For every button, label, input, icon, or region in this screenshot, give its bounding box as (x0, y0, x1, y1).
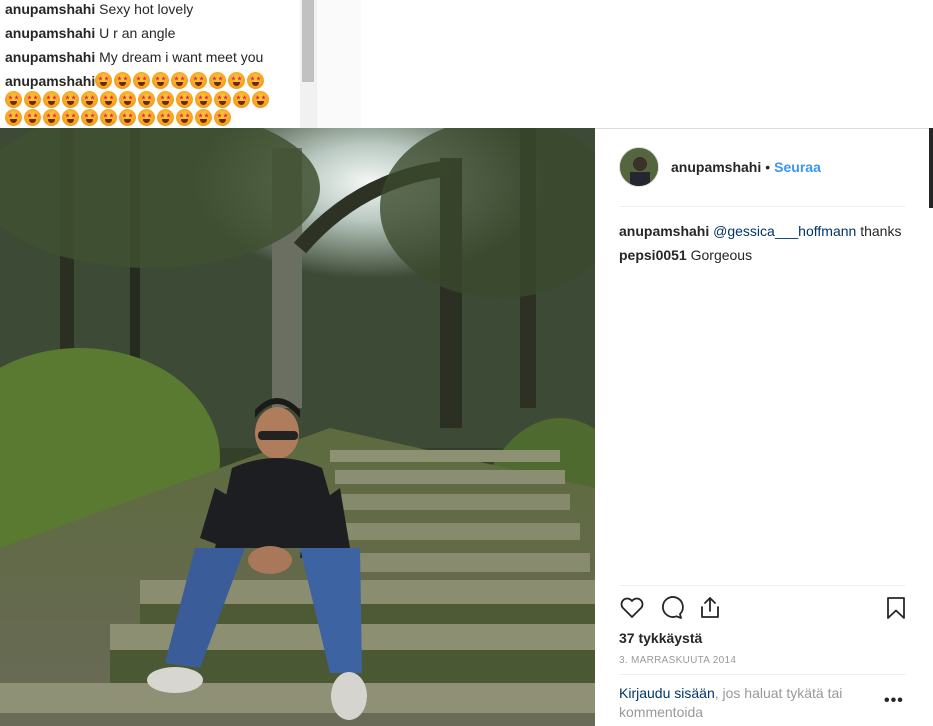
previous-comments-list: anupamshahi Sexy hot lovely anupamshahi … (0, 0, 300, 128)
post-header: anupamshahi • Seuraa (619, 147, 821, 187)
comment-username[interactable]: anupamshahi (5, 1, 95, 17)
panel-divider (316, 0, 361, 128)
comment-row: anupamshahi Sexy hot lovely (5, 0, 193, 18)
scrollbar-thumb[interactable] (302, 0, 314, 82)
star-struck-emoji-icon (195, 109, 212, 126)
star-struck-emoji-icon (252, 91, 269, 108)
comment-username[interactable]: anupamshahi (5, 25, 95, 41)
comments-list: anupamshahi @gessica___hoffmann thanks p… (619, 219, 909, 267)
share-icon[interactable] (697, 595, 723, 621)
post-username[interactable]: anupamshahi (671, 159, 761, 175)
star-struck-emoji-icon (157, 109, 174, 126)
comment-text: Sexy hot lovely (99, 1, 194, 17)
star-struck-emoji-icon (24, 109, 41, 126)
star-struck-emoji-icon (5, 91, 22, 108)
star-struck-emoji-icon (190, 72, 207, 89)
post-sidebar: anupamshahi • Seuraa anupamshahi @gessic… (595, 128, 933, 726)
star-struck-emoji-icon (214, 91, 231, 108)
previous-comments-panel: anupamshahi Sexy hot lovely anupamshahi … (0, 0, 933, 128)
comment-row: anupamshahi U r an angle (5, 24, 175, 42)
star-struck-emoji-icon (81, 91, 98, 108)
emoji-line (5, 91, 269, 109)
star-struck-emoji-icon (228, 72, 245, 89)
comment-bubble-icon[interactable] (658, 595, 684, 621)
star-struck-emoji-icon (233, 91, 250, 108)
avatar-image (620, 148, 658, 186)
star-struck-emoji-icon (209, 72, 226, 89)
bookmark-icon[interactable] (883, 595, 909, 621)
star-struck-emoji-icon (114, 72, 131, 89)
separator-dot: • (765, 159, 771, 175)
header-divider (619, 206, 906, 207)
like-count[interactable]: 37 tykkäystä (619, 630, 702, 646)
star-struck-emoji-icon (214, 109, 231, 126)
star-struck-emoji-icon (100, 91, 117, 108)
comment-row: pepsi0051 Gorgeous (619, 243, 909, 267)
star-struck-emoji-icon (62, 109, 79, 126)
more-options-button[interactable]: ••• (884, 692, 904, 710)
star-struck-emoji-icon (138, 109, 155, 126)
star-struck-emoji-icon (5, 109, 22, 126)
forest-stairs-photo (0, 128, 595, 726)
login-link[interactable]: Kirjaudu sisään (619, 685, 715, 701)
star-struck-emoji-icon (138, 91, 155, 108)
login-prompt: Kirjaudu sisään, jos haluat tykätä tai k… (619, 684, 869, 722)
emoji-line (5, 109, 231, 127)
comment-text: Gorgeous (686, 247, 753, 263)
avatar[interactable] (619, 147, 659, 187)
star-struck-emoji-icon (152, 72, 169, 89)
like-heart-icon[interactable] (619, 595, 645, 621)
window-edge (929, 128, 933, 208)
comment-username[interactable]: pepsi0051 (619, 247, 687, 263)
post-date: 3. MARRASKUUTA 2014 (619, 655, 737, 666)
star-struck-emoji-icon (195, 91, 212, 108)
star-struck-emoji-icon (24, 91, 41, 108)
footer-divider (619, 674, 906, 675)
star-struck-emoji-icon (247, 72, 264, 89)
star-struck-emoji-icon (43, 109, 60, 126)
star-struck-emoji-icon (95, 72, 112, 89)
star-struck-emoji-icon (133, 72, 150, 89)
star-struck-emoji-icon (157, 91, 174, 108)
comment-row: anupamshahi @gessica___hoffmann thanks (619, 219, 909, 243)
star-struck-emoji-icon (176, 91, 193, 108)
star-struck-emoji-icon (176, 109, 193, 126)
comment-username[interactable]: anupamshahi (5, 73, 95, 89)
actions-divider (619, 585, 906, 586)
comment-text: My dream i want meet you (99, 49, 264, 65)
emoji-line (95, 72, 264, 90)
comment-mention[interactable]: @gessica___hoffmann (713, 223, 856, 239)
star-struck-emoji-icon (119, 109, 136, 126)
post-actions (619, 595, 909, 623)
comment-username[interactable]: anupamshahi (5, 49, 95, 65)
comment-row: anupamshahi My dream i want meet you (5, 48, 263, 66)
follow-button[interactable]: Seuraa (774, 159, 821, 175)
comment-username[interactable]: anupamshahi (619, 223, 709, 239)
star-struck-emoji-icon (43, 91, 60, 108)
post-photo[interactable] (0, 128, 595, 726)
comment-text: U r an angle (99, 25, 176, 41)
star-struck-emoji-icon (119, 91, 136, 108)
comment-row: anupamshahi (5, 72, 95, 90)
comment-text: thanks (856, 223, 902, 239)
star-struck-emoji-icon (171, 72, 188, 89)
star-struck-emoji-icon (100, 109, 117, 126)
star-struck-emoji-icon (62, 91, 79, 108)
star-struck-emoji-icon (81, 109, 98, 126)
